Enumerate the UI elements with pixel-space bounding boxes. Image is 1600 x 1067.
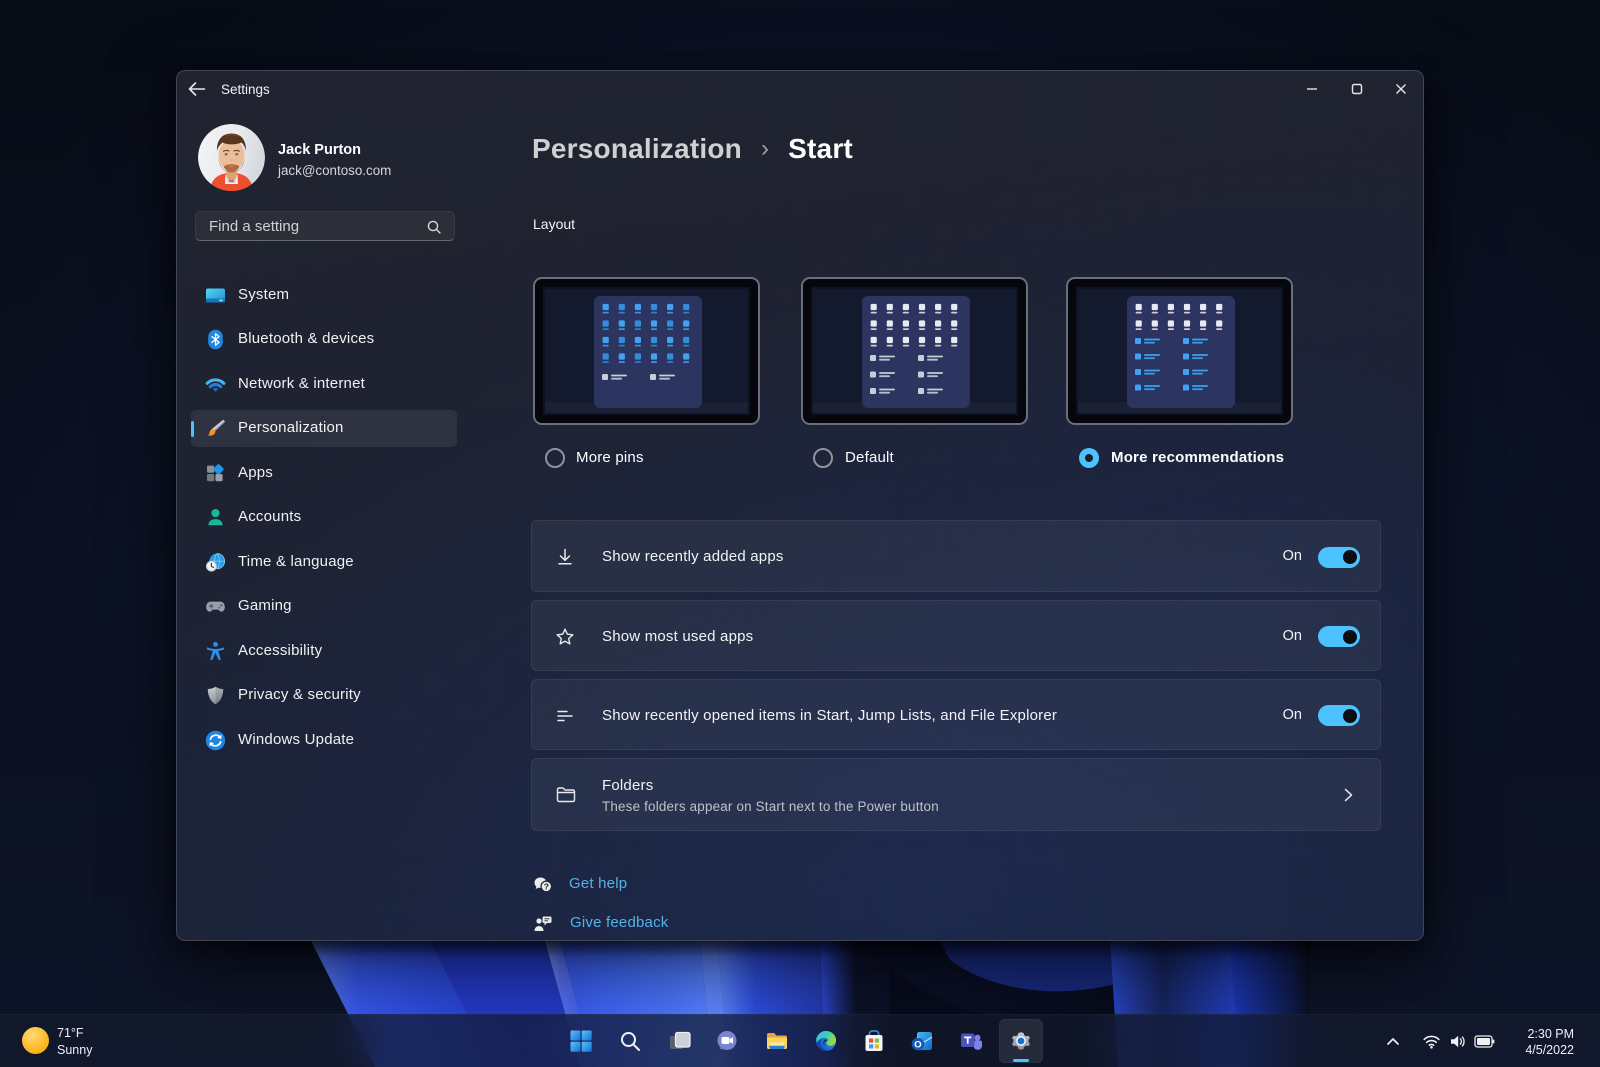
svg-text:?: ? xyxy=(544,882,549,892)
svg-text:O: O xyxy=(914,1039,921,1050)
